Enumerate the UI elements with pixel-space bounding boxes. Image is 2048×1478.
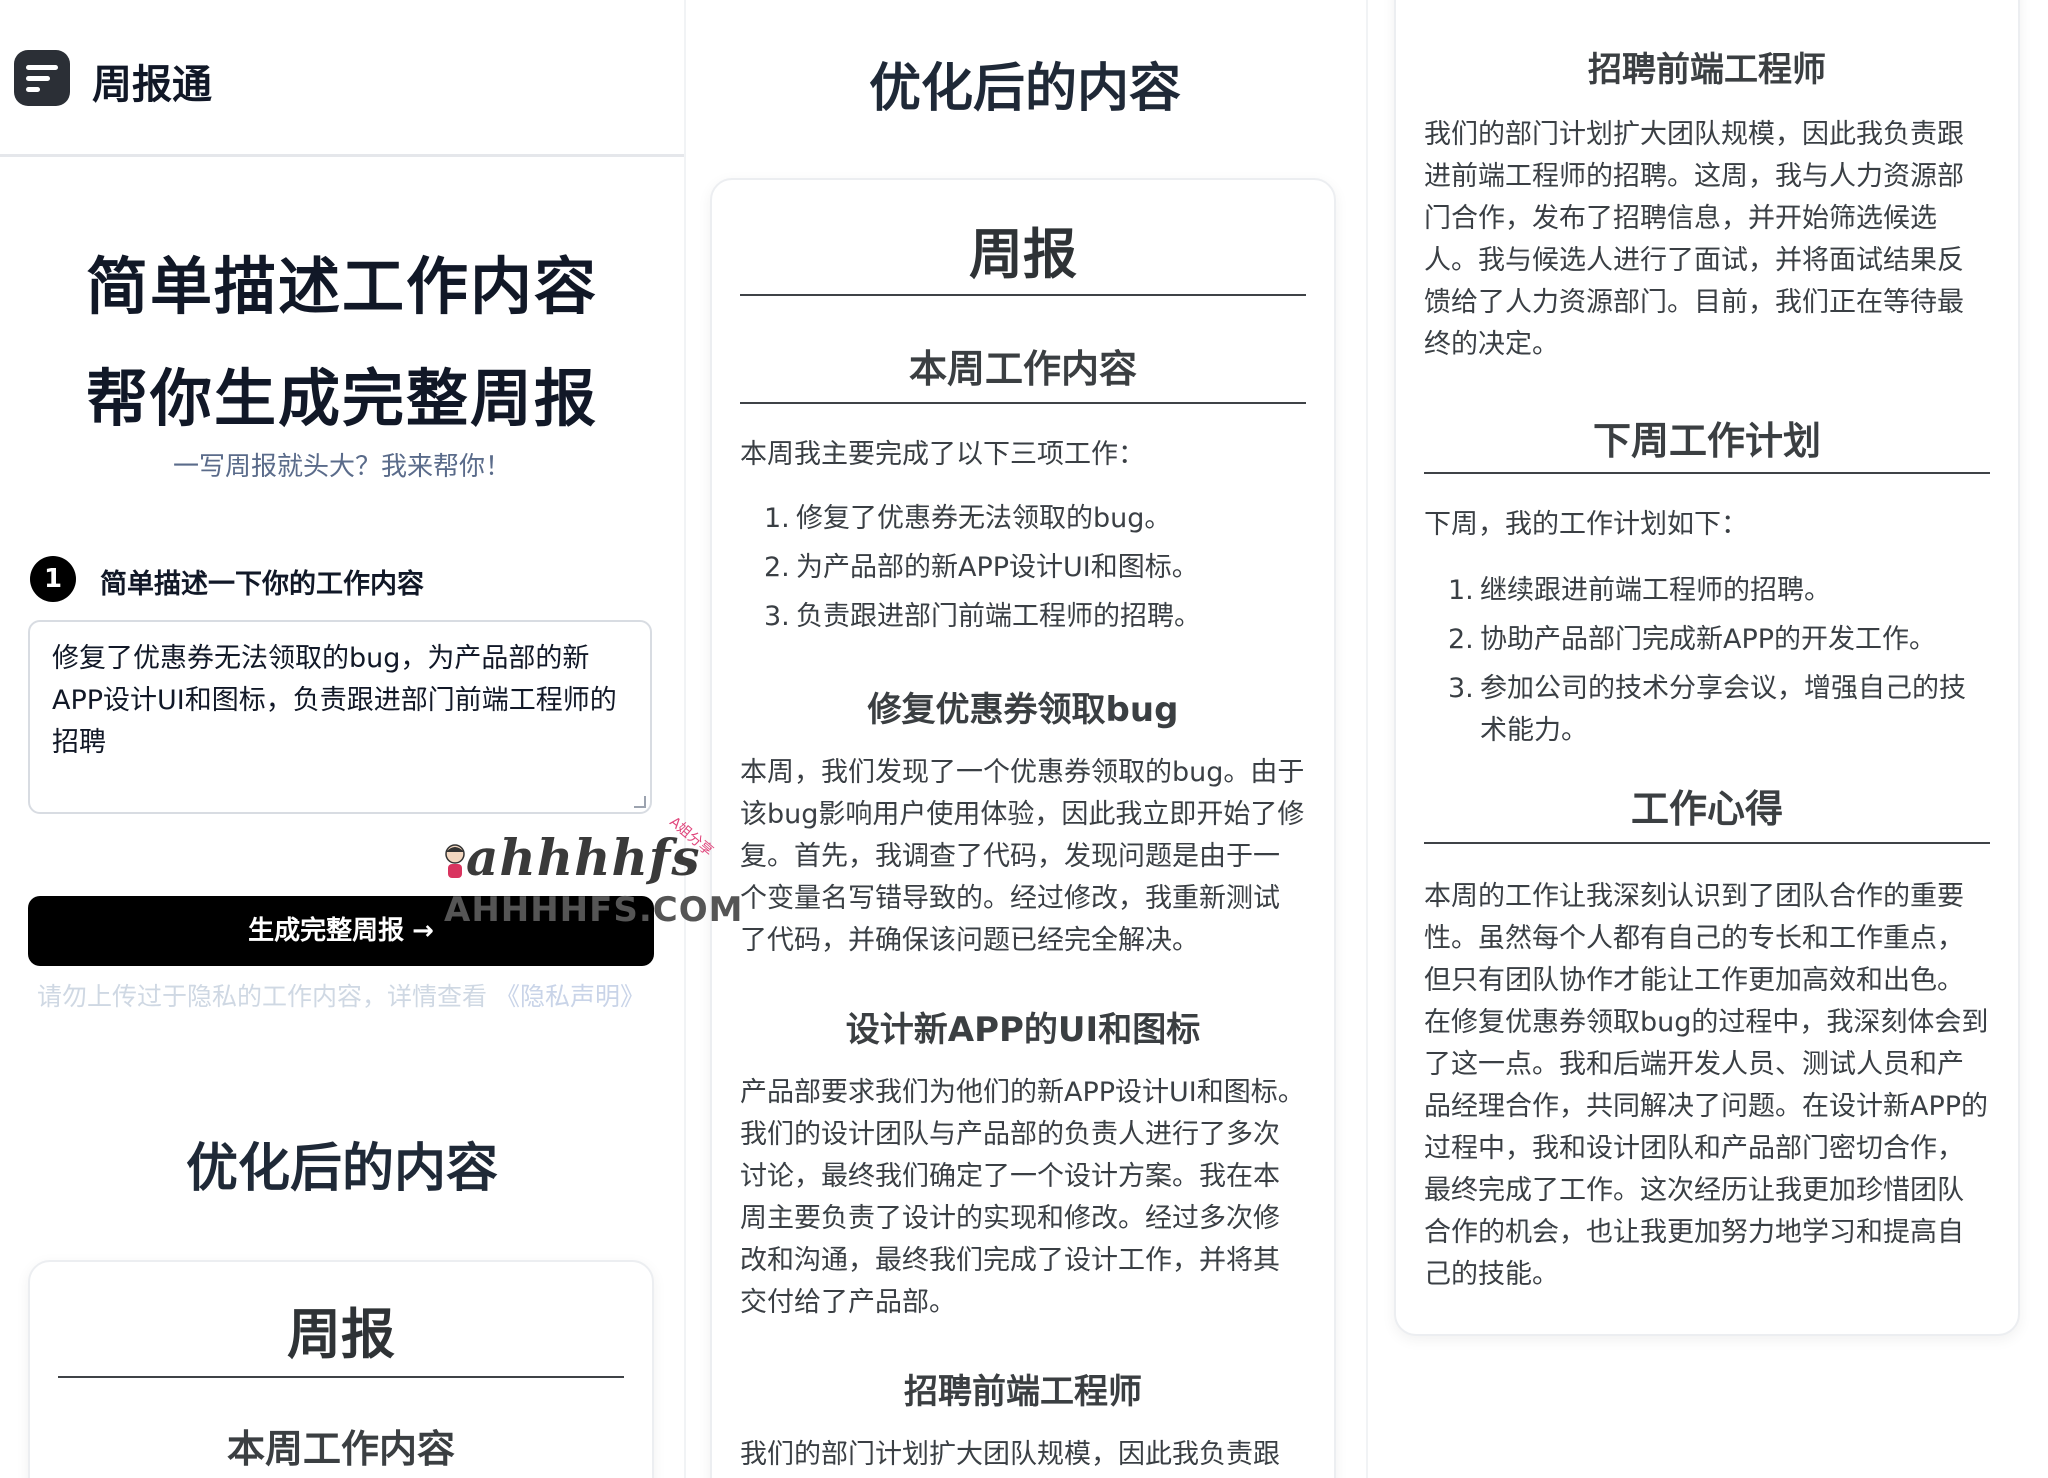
- result-section-title: 优化后的内容: [185, 1139, 498, 1199]
- list-item: 2. 协助产品部门完成新APP的开发工作。: [1448, 624, 1937, 655]
- input-panel: 周报通 简单描述工作内容 帮你生成完整周报 一写周报就头大？我来帮你！ 1 简单…: [0, 0, 684, 1478]
- menu-lines-icon[interactable]: [14, 50, 70, 106]
- privacy-text: 请勿上传过于隐私的工作内容，详情查看: [37, 982, 488, 1011]
- step-number-badge: 1: [30, 556, 76, 602]
- next-week-intro: 下周，我的工作计划如下：: [1424, 509, 1748, 540]
- this-week-heading: 本周工作内容: [226, 1427, 455, 1471]
- divider: [58, 1376, 624, 1378]
- recruit-text: 我们的部门计划扩大团队规模，因此我负责跟进前端工程师的招聘。这周，我与人力资源部…: [1424, 119, 1964, 360]
- work-description-value: 修复了优惠券无法领取的bug，为产品部的新APP设计UI和图标，负责跟进部门前端…: [52, 643, 617, 758]
- resize-handle-icon[interactable]: [634, 796, 646, 808]
- list-item: 3. 参加公司的技术分享会议，增强自己的技术能力。: [1448, 673, 1966, 746]
- panel-divider: [1366, 0, 1368, 1478]
- divider: [1424, 472, 1990, 474]
- arrow-right-icon: →: [412, 916, 434, 946]
- bug-fix-heading: 修复优惠券领取bug: [867, 690, 1179, 730]
- reflection-heading: 工作心得: [1630, 787, 1783, 831]
- recruit-heading: 招聘前端工程师: [1588, 50, 1826, 90]
- recruit-text: 我们的部门计划扩大团队规模，因此我负责跟: [740, 1439, 1280, 1470]
- this-week-list: 1. 修复了优惠券无法领取的bug。 2. 为产品部的新APP设计UI和图标。 3.…: [764, 498, 1304, 645]
- report-title: 周报: [969, 223, 1077, 286]
- hero-title-line1: 简单描述工作内容: [85, 250, 598, 323]
- hero-title-line2: 帮你生成完整周报: [85, 362, 598, 435]
- this-week-intro: 本周我主要完成了以下三项工作：: [740, 439, 1145, 470]
- step-label: 简单描述一下你的工作内容: [100, 569, 424, 600]
- result-panel-bottom: 招聘前端工程师 我们的部门计划扩大团队规模，因此我负责跟进前端工程师的招聘。这周…: [1366, 0, 2048, 1478]
- report-card-continued: 招聘前端工程师 我们的部门计划扩大团队规模，因此我负责跟进前端工程师的招聘。这周…: [1394, 0, 2020, 1336]
- result-section-title: 优化后的内容: [868, 59, 1181, 119]
- next-week-heading: 下周工作计划: [1592, 419, 1821, 463]
- app-name: 周报通: [92, 62, 212, 108]
- generate-report-button[interactable]: 生成完整周报 →: [28, 896, 654, 966]
- panel-divider: [684, 0, 686, 1478]
- reflection-text: 本周的工作让我深刻认识到了团队合作的重要性。虽然每个人都有自己的专长和工作重点，…: [1424, 881, 1989, 1290]
- design-heading: 设计新APP的UI和图标: [845, 1010, 1201, 1050]
- hero-subtitle: 一写周报就头大？我来帮你！: [172, 452, 511, 482]
- bug-fix-text: 本周，我们发现了一个优惠券领取的bug。由于该bug影响用户使用体验，因此我立即…: [740, 757, 1305, 956]
- recruit-heading: 招聘前端工程师: [904, 1372, 1142, 1412]
- list-item: 3. 负责跟进部门前端工程师的招聘。: [764, 601, 1201, 632]
- report-title: 周报: [287, 1303, 395, 1366]
- list-item: 2. 为产品部的新APP设计UI和图标。: [764, 552, 1199, 583]
- app-header: 周报通: [0, 0, 684, 157]
- privacy-notice: 请勿上传过于隐私的工作内容，详情查看 《隐私声明》: [28, 976, 654, 1018]
- work-description-input[interactable]: 修复了优惠券无法领取的bug，为产品部的新APP设计UI和图标，负责跟进部门前端…: [28, 620, 652, 814]
- divider: [1424, 842, 1990, 844]
- report-card-preview: 周报 本周工作内容: [28, 1260, 654, 1478]
- this-week-heading: 本周工作内容: [908, 347, 1137, 391]
- list-item: 1. 修复了优惠券无法领取的bug。: [764, 503, 1172, 534]
- privacy-policy-link[interactable]: 《隐私声明》: [495, 982, 645, 1011]
- divider: [740, 294, 1306, 296]
- generate-button-label: 生成完整周报: [248, 916, 405, 946]
- design-text: 产品部要求我们为他们的新APP设计UI和图标。我们的设计团队与产品部的负责人进行…: [740, 1077, 1305, 1318]
- divider: [740, 402, 1306, 404]
- list-item: 1. 继续跟进前端工程师的招聘。: [1448, 575, 1831, 606]
- result-panel-top: 优化后的内容 周报 本周工作内容 本周我主要完成了以下三项工作： 1. 修复了优惠…: [684, 0, 1366, 1478]
- report-card: 周报 本周工作内容 本周我主要完成了以下三项工作： 1. 修复了优惠券无法领取的b…: [710, 178, 1336, 1478]
- next-week-list: 1. 继续跟进前端工程师的招聘。 2. 协助产品部门完成新APP的开发工作。 3. 参…: [1448, 570, 1988, 759]
